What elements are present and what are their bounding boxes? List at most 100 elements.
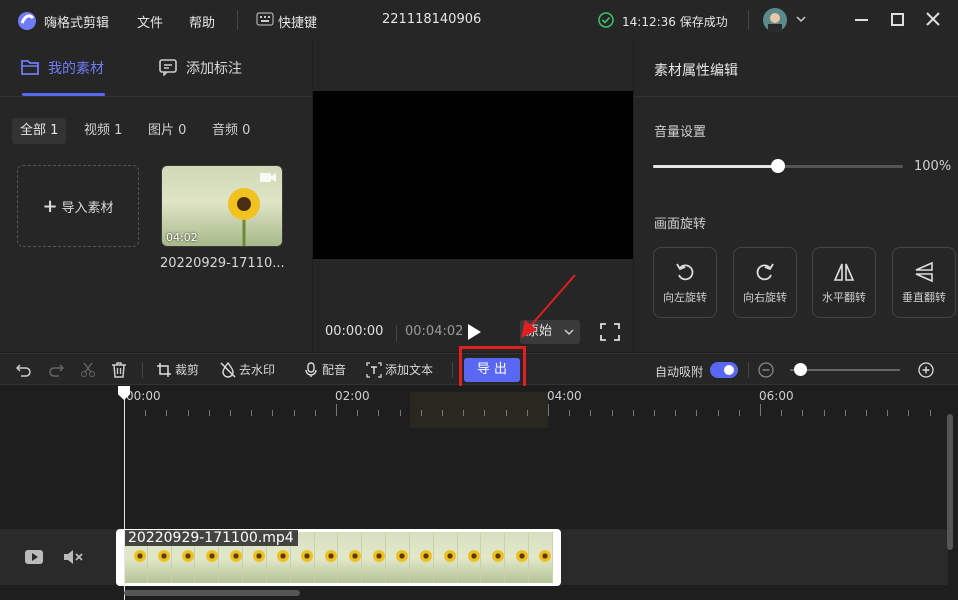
zoom-in-icon[interactable] xyxy=(918,362,934,378)
preview-screen xyxy=(313,91,633,259)
toolbar-divider xyxy=(142,362,143,378)
redo-icon[interactable] xyxy=(48,362,64,378)
media-thumbnail[interactable]: 04:02 xyxy=(161,165,283,247)
title-bar: 嗨格式剪辑 文件 帮助 快捷键 221118140906 14:12:36 保存… xyxy=(0,0,958,40)
rotate-right-icon xyxy=(754,261,776,283)
rotate-left-label: 向左旋转 xyxy=(663,290,707,304)
title-divider xyxy=(237,10,238,30)
clip-frame xyxy=(529,532,553,583)
clip-name: 20220929-171100.mp4 xyxy=(124,530,298,546)
app-logo-icon xyxy=(16,10,38,32)
shortcut-button[interactable]: 快捷键 xyxy=(278,12,317,31)
close-icon[interactable] xyxy=(926,12,940,26)
dub-label: 配音 xyxy=(322,363,347,377)
clip-frame xyxy=(457,532,482,583)
ruler-label: 04:00 xyxy=(547,389,582,403)
video-camera-icon xyxy=(260,172,276,183)
filter-video[interactable]: 视频 1 xyxy=(76,118,130,144)
project-name: 221118140906 xyxy=(382,12,482,27)
import-material-button[interactable]: + 导入素材 xyxy=(17,165,139,247)
panel-separator xyxy=(0,96,312,97)
flip-horizontal-icon xyxy=(833,261,855,283)
export-highlight-box xyxy=(459,346,526,389)
menu-help[interactable]: 帮助 xyxy=(189,12,215,31)
timeline: 00:00 02:00 04:00 06:00 20220929-171100.… xyxy=(0,386,958,600)
timeline-ruler-ticks[interactable] xyxy=(124,404,948,416)
toolbar-divider-2 xyxy=(452,362,453,378)
auto-snap-toggle-knob xyxy=(724,365,734,375)
rotate-left-button[interactable]: 向左旋转 xyxy=(653,247,717,318)
watermark-icon xyxy=(220,361,236,378)
total-time: 00:04:02 xyxy=(405,324,464,339)
playhead-line xyxy=(124,394,125,600)
crop-label: 裁剪 xyxy=(175,363,200,377)
flip-horizontal-button[interactable]: 水平翻转 xyxy=(812,247,876,318)
track-play-icon[interactable] xyxy=(24,549,44,565)
clip-frame xyxy=(314,532,339,583)
microphone-icon xyxy=(303,361,319,378)
clip-frame xyxy=(386,532,410,583)
zoom-slider-knob[interactable] xyxy=(794,363,807,376)
media-duration: 04:02 xyxy=(166,231,198,244)
flip-vertical-button[interactable]: 垂直翻转 xyxy=(892,247,956,318)
auto-snap-label: 自动吸附 xyxy=(655,365,704,379)
tab-add-annotation[interactable]: 添加标注 xyxy=(186,58,242,78)
chevron-down-icon[interactable] xyxy=(796,15,806,23)
clip-frame xyxy=(338,532,363,583)
crop-icon xyxy=(156,362,172,378)
edit-toolbar: 裁剪 去水印 配音 添加文本 导 出 自动吸附 xyxy=(0,346,958,389)
media-panel: 我的素材 添加标注 全部 1 视频 1 图片 0 音频 0 + 导入素材 04:… xyxy=(0,40,312,352)
volume-label: 音量设置 xyxy=(654,125,707,140)
clip-frame xyxy=(481,532,506,583)
timeline-horizontal-scrollbar[interactable] xyxy=(124,590,300,596)
flip-vertical-label: 垂直翻转 xyxy=(902,290,946,304)
folder-icon xyxy=(20,58,40,76)
maximize-icon[interactable] xyxy=(891,13,904,26)
minimize-icon[interactable] xyxy=(855,19,868,21)
toolbar-divider-3 xyxy=(748,362,749,378)
timeline-vertical-scrollbar[interactable] xyxy=(947,414,953,550)
crop-button[interactable]: 裁剪 xyxy=(156,361,199,378)
rotate-left-icon xyxy=(674,261,696,283)
fullscreen-icon[interactable] xyxy=(600,323,620,341)
filter-audio[interactable]: 音频 0 xyxy=(204,118,258,144)
volume-value: 100% xyxy=(914,159,952,174)
scissors-icon[interactable] xyxy=(80,362,96,378)
menu-file[interactable]: 文件 xyxy=(137,12,163,31)
clip-frame xyxy=(505,532,530,583)
text-icon xyxy=(366,361,382,378)
flip-horizontal-label: 水平翻转 xyxy=(822,290,866,304)
volume-slider-knob[interactable] xyxy=(771,159,785,173)
ruler-label: 02:00 xyxy=(335,389,370,403)
flip-vertical-icon xyxy=(913,261,935,283)
rotate-right-label: 向右旋转 xyxy=(743,290,787,304)
avatar[interactable] xyxy=(763,8,787,32)
filter-image[interactable]: 图片 0 xyxy=(140,118,194,144)
play-icon[interactable] xyxy=(466,323,482,341)
current-time: 00:00:00 xyxy=(325,324,384,339)
filter-all[interactable]: 全部 1 xyxy=(12,118,67,144)
dubbing-button[interactable]: 配音 xyxy=(303,361,346,378)
trash-icon[interactable] xyxy=(111,361,127,379)
title-divider-2 xyxy=(748,10,749,30)
ruler-label: 00:00 xyxy=(126,389,161,403)
speaker-mute-icon[interactable] xyxy=(63,548,85,566)
clip-frame xyxy=(409,532,434,583)
undo-icon[interactable] xyxy=(16,362,32,378)
remove-watermark-button[interactable]: 去水印 xyxy=(220,361,275,378)
tab-my-materials[interactable]: 我的素材 xyxy=(48,58,104,78)
zoom-out-icon[interactable] xyxy=(758,362,774,378)
import-label: 导入素材 xyxy=(61,200,114,216)
add-text-button[interactable]: 添加文本 xyxy=(366,361,433,378)
properties-separator xyxy=(634,96,958,97)
time-divider xyxy=(396,325,397,341)
save-status: 14:12:36 保存成功 xyxy=(622,15,728,29)
media-name: 20220929-17110... xyxy=(160,256,285,271)
app-name: 嗨格式剪辑 xyxy=(44,16,110,31)
keyboard-icon[interactable] xyxy=(256,12,274,26)
plus-icon: + xyxy=(42,195,58,217)
volume-slider-fill xyxy=(653,165,778,168)
rotate-right-button[interactable]: 向右旋转 xyxy=(733,247,797,318)
properties-panel: 素材属性编辑 音量设置 100% 画面旋转 向左旋转 向右旋转 水平翻转 垂直翻… xyxy=(634,40,958,352)
properties-title: 素材属性编辑 xyxy=(654,63,738,79)
